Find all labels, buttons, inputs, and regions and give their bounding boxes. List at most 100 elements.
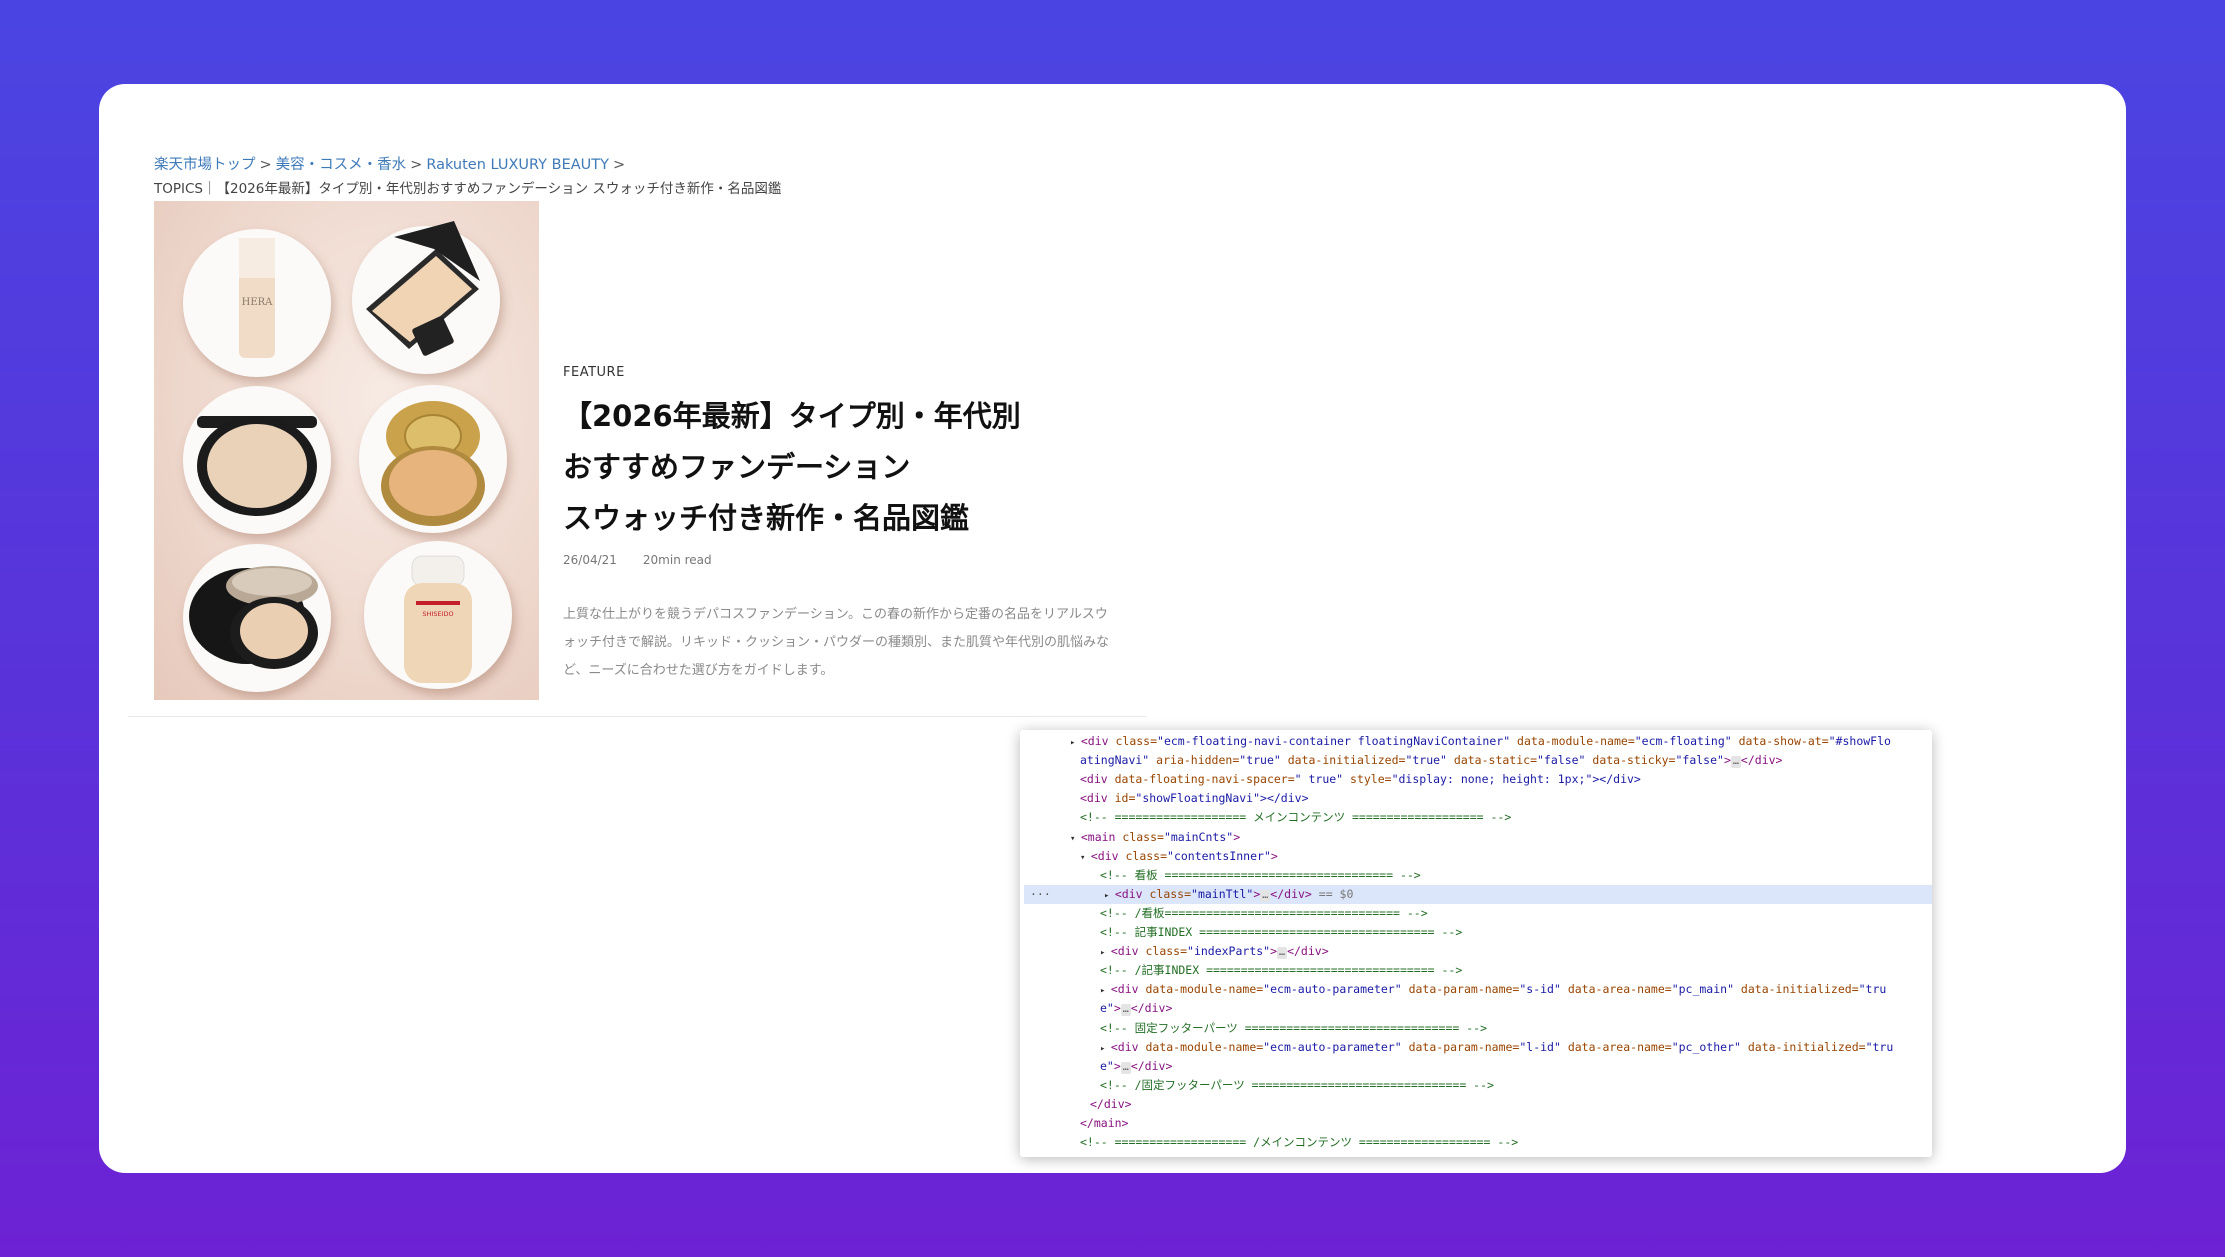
html-tag: <div [1110,944,1146,959]
devtools-selected-node[interactable]: ▸ <div class="mainTtl">… </div> == $0 ··· [1024,884,1932,904]
expand-triangle-closed-icon[interactable]: ▸ [1100,1044,1111,1054]
expand-triangle-closed-icon[interactable]: ▸ [1070,738,1081,748]
html-attribute-value: "display: none; height: 1px;" [1391,772,1593,787]
html-attribute-name: data-sticky= [1585,753,1676,768]
selected-node-marker: == $0 [1311,886,1354,901]
devtools-node-line[interactable]: ▸ <div data-module-name="ecm-auto-parame… [1020,1038,1932,1057]
devtools-comment: <!-- /固定フッターパーツ ========================… [1100,1077,1494,1092]
devtools-node-line[interactable]: </main> [1020,1114,1932,1133]
html-attribute-name: data-param-name= [1401,982,1520,997]
devtools-node-line[interactable]: e">… </div> [1020,999,1932,1018]
html-attribute-value: "true" [1405,753,1447,768]
devtools-node-line[interactable]: ▸ <div data-module-name="ecm-auto-parame… [1020,980,1932,999]
collapsed-content-ellipsis[interactable]: … [1277,947,1288,960]
article-title-line: おすすめファンデーション [563,450,911,484]
html-tag: </div> [1740,753,1783,768]
html-attribute-name: data-floating-navi-spacer= [1114,772,1295,787]
devtools-node-line[interactable]: <div id="showFloatingNavi"></div> [1020,789,1932,808]
html-attribute-name: data-module-name= [1510,734,1635,748]
html-attribute-value: "mainTtl" [1191,886,1254,901]
devtools-elements-panel[interactable]: ▸ <div class="ecm-floating-navi-containe… [1020,730,1932,1157]
article-title-line: 【2026年最新】タイプ別・年代別 [563,399,1021,433]
article-hero-image[interactable]: HERA SHISEIDO [154,201,539,700]
devtools-node-line[interactable]: <div data-floating-navi-spacer=" true" s… [1020,770,1932,789]
devtools-node-line[interactable]: <!-- 記事INDEX ===========================… [1020,923,1932,942]
html-tag: > [1113,1001,1121,1016]
html-tag: > [1113,1058,1121,1073]
html-attribute-value: e" [1100,1058,1114,1073]
devtools-node-line[interactable]: <!-- =================== /メインコンテンツ =====… [1020,1133,1932,1152]
devtools-node-line[interactable]: ▸ <div class="ecm-floating-navi-containe… [1020,732,1932,751]
html-attribute-value: "false" [1537,753,1586,768]
html-attribute-value: "false" [1675,753,1724,768]
html-attribute-value: "pc_other" [1671,1039,1741,1054]
html-tag: <div [1090,848,1126,863]
foundation-products-illustration: HERA SHISEIDO [183,221,512,692]
html-attribute-name: class= [1145,944,1188,959]
product-label-shiseido: SHISEIDO [422,610,453,618]
html-attribute-name: class= [1125,848,1168,863]
devtools-comment: <!-- =================== /メインコンテンツ =====… [1080,1135,1519,1150]
expand-triangle-closed-icon[interactable]: ▸ [1100,986,1111,996]
devtools-comment: <!-- 記事INDEX ===========================… [1100,925,1463,939]
devtools-comment: <!-- 看板 ================================… [1100,867,1421,882]
html-attribute-name: data-area-name= [1560,982,1672,997]
html-attribute-value: "tru [1858,982,1887,997]
expand-triangle-closed-icon[interactable]: ▸ [1104,891,1115,901]
html-attribute-name: data-param-name= [1401,1039,1520,1054]
expand-triangle-open-icon[interactable]: ▾ [1070,834,1081,844]
devtools-node-line[interactable]: <!-- /記事INDEX ==========================… [1020,961,1932,980]
devtools-node-line[interactable]: e">… </div> [1020,1057,1932,1076]
html-attribute-value: ></div> [1260,791,1309,806]
devtools-comment: <!-- /看板================================… [1100,905,1428,920]
html-tag: </div> [1130,1001,1173,1016]
devtools-node-line[interactable]: <!-- /看板================================… [1020,904,1932,923]
html-attribute-value: " true" [1294,772,1344,787]
html-tag: </div> [1270,886,1312,901]
breadcrumb-link-top[interactable]: 楽天市場トップ [154,157,256,173]
html-attribute-name: data-initialized= [1734,982,1859,997]
collapsed-content-ellipsis[interactable]: … [1120,1004,1131,1017]
html-attribute-name: data-initialized= [1280,753,1406,768]
expand-triangle-open-icon[interactable]: ▾ [1080,853,1091,863]
article-meta: 26/04/21 20min read [563,553,712,567]
breadcrumb-separator: > [259,157,272,173]
html-attribute-value: "l-id" [1519,1039,1561,1054]
devtools-node-line[interactable]: <!-- 看板 ================================… [1020,866,1932,885]
article-date: 26/04/21 [563,553,617,567]
html-attribute-name: style= [1343,772,1392,787]
html-tag: </div> [1090,1096,1132,1111]
more-options-icon[interactable]: ··· [1030,885,1051,904]
article-title[interactable]: 【2026年最新】タイプ別・年代別 おすすめファンデーション スウォッチ付き新作… [563,391,1021,544]
html-attribute-name: data-module-name= [1145,982,1264,997]
collapsed-content-ellipsis[interactable]: … [1120,1061,1131,1074]
devtools-node-line[interactable]: <!-- 固定フッターパーツ =========================… [1020,1019,1932,1038]
devtools-node-line[interactable]: <!-- =================== メインコンテンツ ======… [1020,808,1932,827]
breadcrumb: 楽天市場トップ > 美容・コスメ・香水 > Rakuten LUXURY BEAUTY > [154,153,629,174]
devtools-node-line[interactable]: ▸ <div class="indexParts">… </div> [1020,942,1932,961]
html-attribute-value: "mainCnts" [1163,829,1234,844]
collapsed-content-ellipsis[interactable]: … [1260,889,1271,902]
html-attribute-value: "true" [1239,753,1281,768]
breadcrumb-link-luxury-beauty[interactable]: Rakuten LUXURY BEAUTY [426,157,609,173]
expand-triangle-closed-icon[interactable]: ▸ [1100,948,1111,958]
html-attribute-name: class= [1122,829,1164,844]
breadcrumb-link-beauty[interactable]: 美容・コスメ・香水 [276,157,407,173]
devtools-node-line[interactable]: ▾ <main class="mainCnts"> [1020,828,1932,847]
html-attribute-name: class= [1149,886,1192,901]
html-attribute-name: data-module-name= [1145,1039,1264,1054]
devtools-node-line[interactable]: <!-- /固定フッターパーツ ========================… [1020,1076,1932,1095]
devtools-node-line[interactable]: atingNavi" aria-hidden="true" data-initi… [1020,751,1932,770]
html-attribute-name: data-initialized= [1740,1039,1866,1054]
devtools-node-line[interactable]: ▾ <div class="contentsInner"> [1020,847,1932,866]
html-tag: </div> [1287,944,1329,959]
devtools-node-line[interactable]: </div> [1020,1095,1932,1114]
devtools-comment: <!-- /記事INDEX ==========================… [1100,963,1463,978]
html-attribute-value: "#showFlo [1828,734,1891,748]
html-tag: <div [1080,772,1115,787]
html-tag: </div> [1130,1058,1173,1073]
breadcrumb-current: TOPICS｜【2026年最新】タイプ別・年代別おすすめファンデーション スウォ… [154,181,782,197]
collapsed-content-ellipsis[interactable]: … [1730,756,1741,769]
html-tag: <div [1114,886,1150,901]
html-attribute-value: "contentsInner" [1167,848,1271,863]
